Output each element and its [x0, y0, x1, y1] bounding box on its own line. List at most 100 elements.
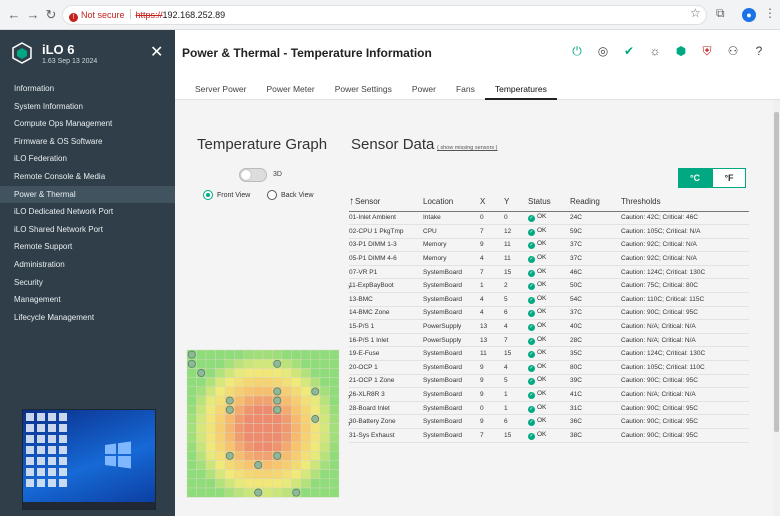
heatmap-cell — [215, 405, 226, 415]
sidebar-item-ilo-dedicated-network-port[interactable]: iLO Dedicated Network Port — [0, 203, 175, 221]
sensor-marker[interactable] — [197, 369, 206, 377]
remote-console-thumbnail[interactable] — [22, 409, 156, 510]
heatmap-cell — [224, 386, 235, 397]
desktop-icons — [26, 413, 67, 487]
sidebar-item-administration[interactable]: Administration — [0, 256, 175, 274]
sensor-marker[interactable] — [273, 405, 282, 414]
forward-arrow-icon[interactable]: → — [25, 7, 41, 23]
sensor-marker[interactable] — [254, 461, 263, 469]
show-missing-sensors-link[interactable]: ( show missing sensors ) — [437, 145, 498, 151]
col-thresholds[interactable]: Thresholds — [621, 193, 749, 212]
heatmap-cell — [262, 414, 273, 424]
cell-sensor: 02-CPU 1 PkgTmp — [349, 227, 404, 235]
security-shield-green-icon[interactable]: ⬢ — [674, 44, 688, 58]
sensor-marker[interactable] — [273, 359, 282, 368]
3d-toggle-label: 3D — [273, 171, 282, 178]
col-reading[interactable]: Reading — [570, 193, 621, 212]
cell-y: 1 — [504, 391, 508, 399]
extensions-icon[interactable]: ⧉ — [716, 6, 725, 21]
sidebar-item-security[interactable]: Security — [0, 274, 175, 292]
heatmap-cell — [291, 377, 302, 388]
heatmap-cell — [224, 423, 235, 433]
tab-fans[interactable]: Fans — [446, 78, 485, 100]
tab-power[interactable]: Power — [402, 78, 446, 100]
health-ok-icon[interactable]: ✔ — [622, 44, 636, 58]
sensor-marker[interactable] — [273, 451, 282, 460]
sidebar-item-ilo-federation[interactable]: iLO Federation — [0, 150, 175, 168]
sidebar-item-information[interactable]: Information — [0, 80, 175, 98]
sidebar-item-remote-console-media[interactable]: Remote Console & Media — [0, 168, 175, 186]
heatmap-cell — [215, 423, 226, 433]
sensor-marker[interactable] — [187, 350, 196, 359]
col-y[interactable]: Y — [504, 193, 528, 212]
tab-power-settings[interactable]: Power Settings — [325, 78, 402, 100]
col-location[interactable]: Location — [423, 193, 480, 212]
heatmap-cell — [196, 460, 207, 470]
security-shield-red-icon[interactable]: ⛨ — [700, 44, 714, 58]
scrollbar[interactable] — [773, 100, 780, 516]
sensor-marker[interactable] — [225, 405, 234, 414]
sensor-marker[interactable] — [292, 488, 301, 497]
sidebar-item-remote-support[interactable]: Remote Support — [0, 238, 175, 256]
help-icon[interactable]: ? — [752, 44, 766, 58]
sidebar-item-system-information[interactable]: System Information — [0, 98, 175, 116]
close-icon[interactable]: ✕ — [150, 42, 163, 62]
sidebar-item-lifecycle-management[interactable]: Lifecycle Management — [0, 309, 175, 327]
heatmap-cell — [319, 377, 330, 388]
power-icon[interactable]: ⏻ — [570, 44, 584, 58]
3d-toggle[interactable] — [239, 168, 267, 182]
expand-chevron-icon[interactable]: › — [348, 392, 351, 401]
heatmap-cell — [329, 349, 340, 360]
back-arrow-icon[interactable]: ← — [6, 7, 22, 23]
cell-x: 11 — [480, 350, 487, 358]
heatmap-cell — [300, 441, 311, 452]
uid-target-icon[interactable]: ◎ — [596, 44, 610, 58]
sidebar-item-power-thermal[interactable]: Power & Thermal — [0, 185, 175, 204]
star-icon[interactable]: ☆ — [690, 6, 701, 20]
fahrenheit-button[interactable]: °F — [712, 168, 746, 188]
front-view-radio[interactable]: Front View — [203, 190, 250, 200]
scrollbar-thumb[interactable] — [774, 112, 779, 432]
tab-power-meter[interactable]: Power Meter — [257, 78, 325, 100]
sensor-marker[interactable] — [311, 415, 320, 423]
page-title: Power & Thermal - Temperature Informatio… — [182, 46, 432, 60]
tab-server-power[interactable]: Server Power — [185, 78, 257, 100]
celsius-button[interactable]: °C — [678, 168, 712, 188]
sensor-marker[interactable] — [187, 359, 196, 368]
sensor-marker[interactable] — [311, 387, 320, 396]
col-x[interactable]: X — [480, 193, 504, 212]
sensor-marker[interactable] — [254, 488, 263, 497]
col-sensor[interactable]: ↑Sensor — [349, 193, 423, 212]
sidebar-item-ilo-shared-network-port[interactable]: iLO Shared Network Port — [0, 221, 175, 239]
cell-sensor: 05-P1 DIMM 4-6 — [349, 255, 397, 263]
heatmap-cell — [224, 377, 235, 388]
sidebar-item-compute-ops-management[interactable]: Compute Ops Management — [0, 115, 175, 133]
cell-thresholds: Caution: N/A; Critical: N/A — [621, 336, 696, 344]
back-view-radio[interactable]: Back View — [267, 190, 314, 200]
expand-chevron-icon[interactable]: › — [348, 419, 351, 428]
sensor-marker[interactable] — [273, 396, 282, 405]
sensor-marker[interactable] — [273, 387, 282, 396]
sensor-marker[interactable] — [225, 396, 234, 405]
address-bar[interactable]: ! Not secure https://192.168.252.89 — [62, 5, 707, 25]
main-panel: Power & Thermal - Temperature Informatio… — [175, 30, 780, 516]
sidebar-item-management[interactable]: Management — [0, 291, 175, 309]
cell-location: SystemBoard — [423, 431, 463, 439]
heatmap-cell — [243, 349, 254, 360]
sensor-marker[interactable] — [225, 451, 234, 460]
cell-location: SystemBoard — [423, 391, 463, 399]
user-icon[interactable]: ⚇ — [726, 44, 740, 58]
heatmap-cell — [186, 405, 197, 415]
heatmap-cell — [300, 349, 311, 360]
heatmap-cell — [300, 405, 311, 415]
profile-avatar-icon[interactable]: ● — [742, 8, 756, 22]
more-menu-icon[interactable]: ⋮ — [764, 6, 776, 20]
reload-icon[interactable]: ↻ — [43, 7, 59, 23]
sidebar-item-firmware-os-software[interactable]: Firmware & OS Software — [0, 133, 175, 151]
brightness-icon[interactable]: ☼ — [648, 44, 662, 58]
expand-chevron-icon[interactable]: › — [348, 282, 351, 291]
table-row: 13-BMC SystemBoard 4 5 ✓ OK 54C Caution: 110C; … — [349, 293, 749, 307]
cell-location: SystemBoard — [423, 309, 463, 317]
col-status[interactable]: Status — [528, 193, 570, 212]
tab-temperatures[interactable]: Temperatures — [484, 78, 557, 100]
